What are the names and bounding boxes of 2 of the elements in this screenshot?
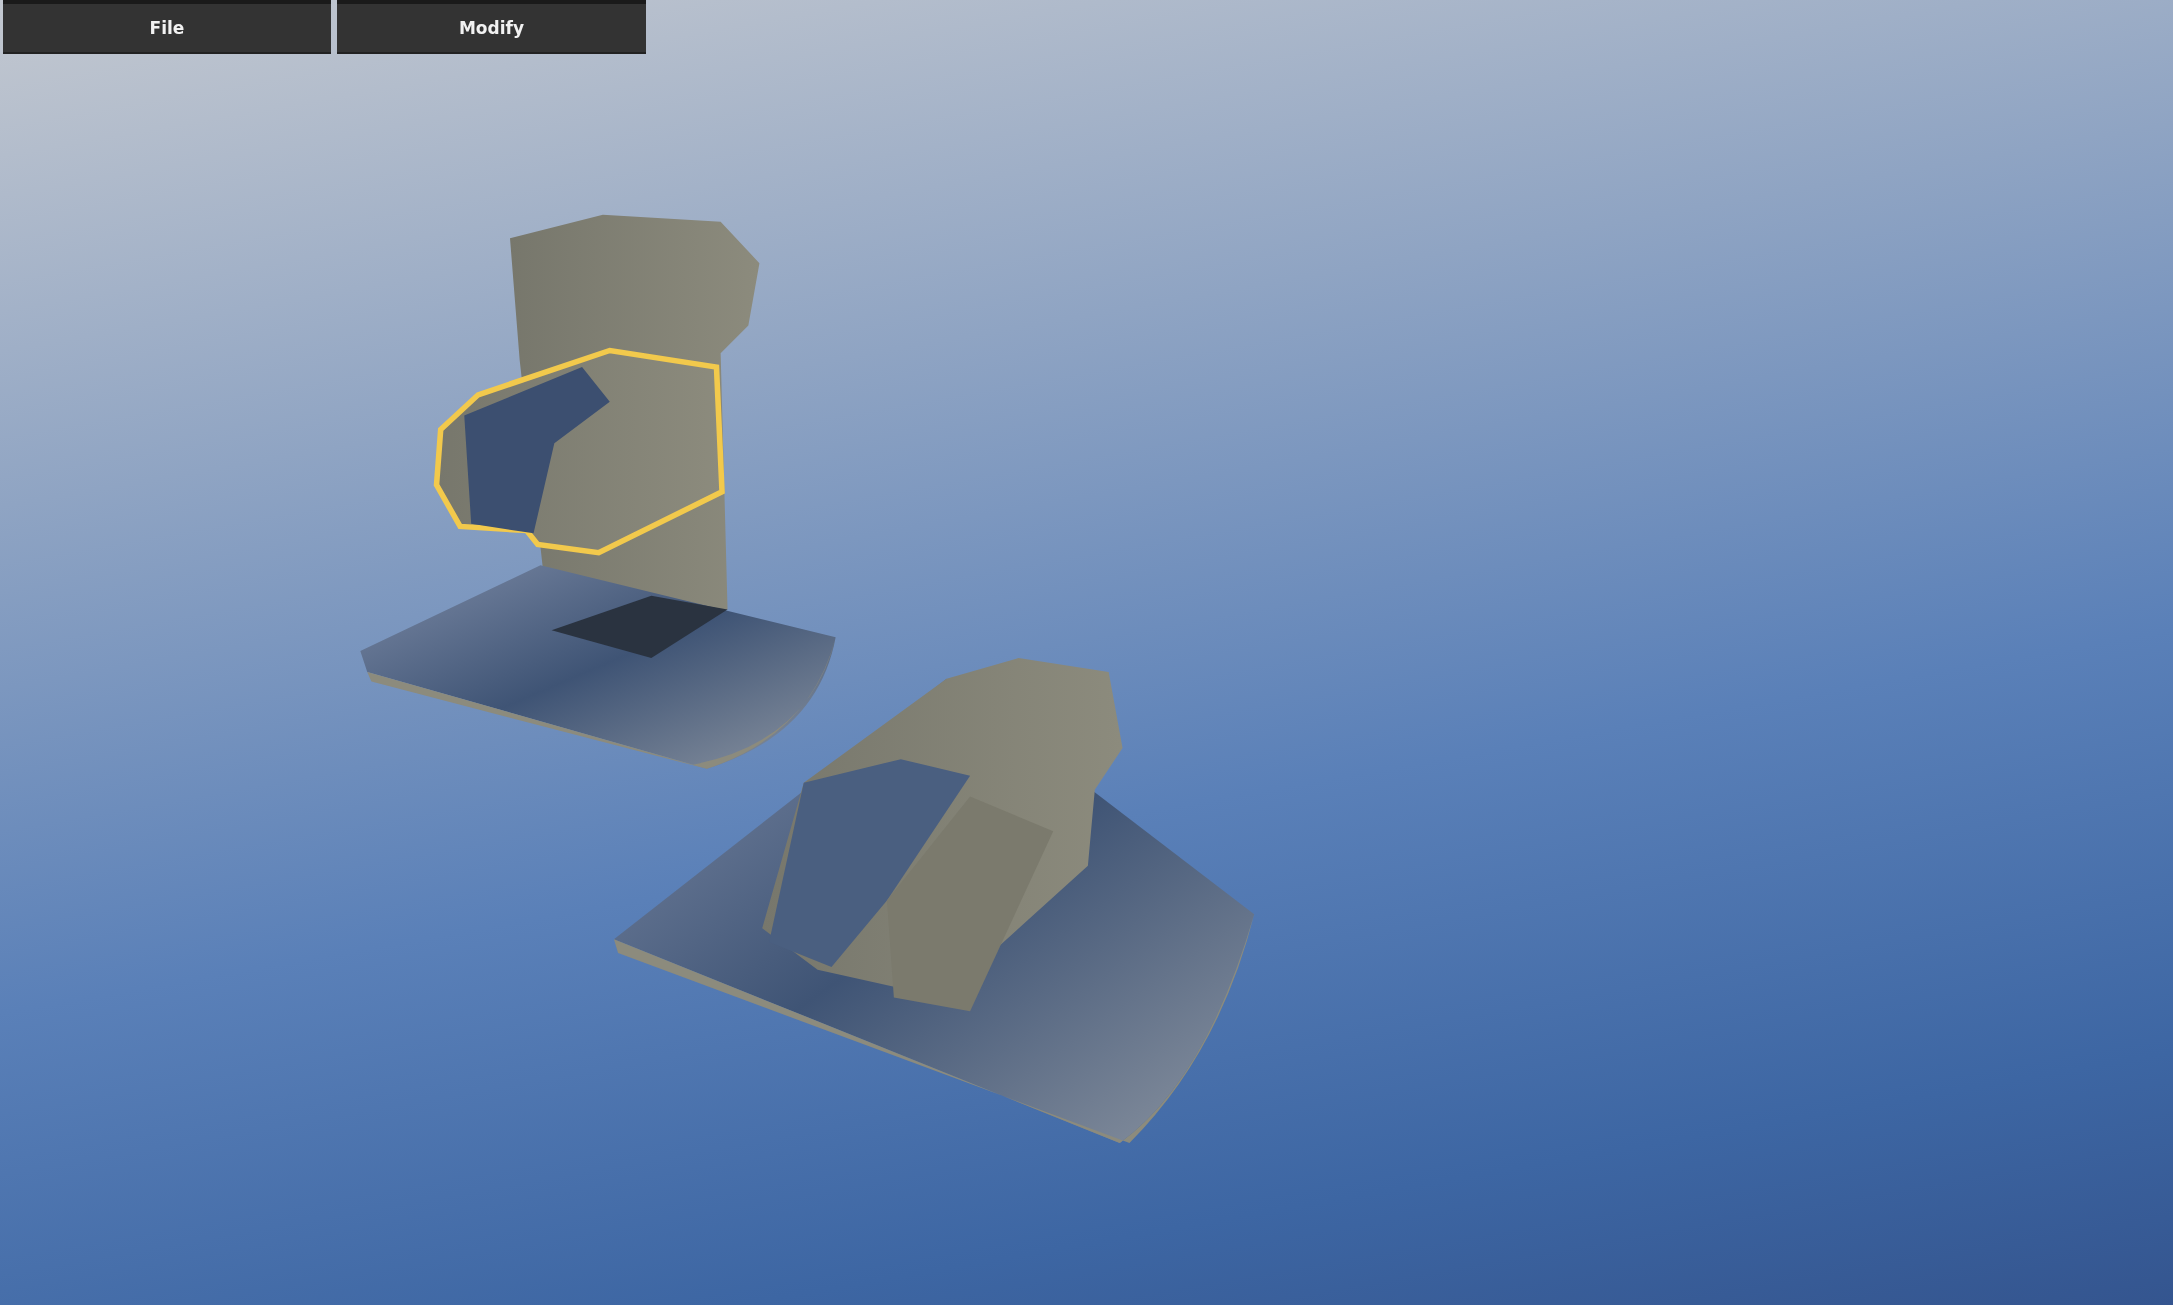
menu-button[interactable]: Modify	[337, 0, 646, 54]
menu-button[interactable]: File	[3, 0, 331, 54]
